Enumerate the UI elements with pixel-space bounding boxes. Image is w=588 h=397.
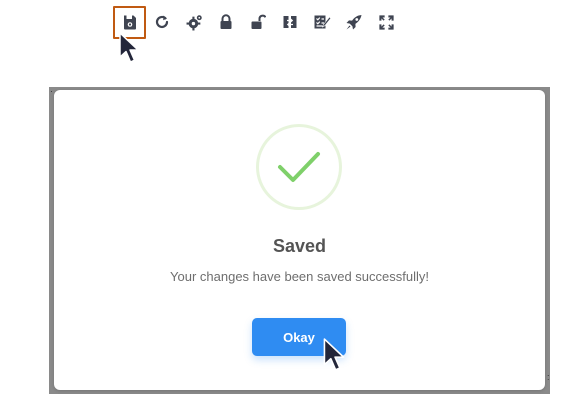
- okay-button[interactable]: Okay: [252, 318, 346, 356]
- page: · : Saved Your changes have been saved s…: [0, 0, 588, 397]
- dialog-message: Your changes have been saved successfull…: [170, 269, 429, 284]
- unlock-button[interactable]: [242, 7, 274, 37]
- refresh-icon: [155, 15, 169, 29]
- settings-icon: [186, 14, 202, 30]
- lock-icon: [220, 14, 232, 29]
- import-icon: [283, 16, 297, 28]
- settings-button[interactable]: [178, 7, 210, 37]
- backdrop-corner-mark: ·: [50, 86, 53, 96]
- checkmark-icon: [278, 152, 320, 182]
- dialog-title: Saved: [272, 236, 327, 256]
- success-indicator: [256, 124, 342, 210]
- rocket-icon: [346, 14, 362, 29]
- backdrop-side-mark: :: [547, 372, 550, 382]
- lock-button[interactable]: [210, 7, 242, 37]
- save-button[interactable]: [113, 5, 146, 39]
- refresh-button[interactable]: [146, 7, 178, 37]
- checklist-button[interactable]: [306, 7, 338, 37]
- checklist-icon: [314, 15, 331, 29]
- success-dialog: Saved Your changes have been saved succe…: [54, 90, 545, 390]
- import-button[interactable]: [274, 7, 306, 37]
- fullscreen-button[interactable]: [370, 7, 402, 37]
- save-icon: [123, 15, 136, 30]
- launch-button[interactable]: [338, 7, 370, 37]
- toolbar: [113, 5, 402, 39]
- fullscreen-icon: [378, 14, 394, 30]
- unlock-icon: [251, 14, 266, 29]
